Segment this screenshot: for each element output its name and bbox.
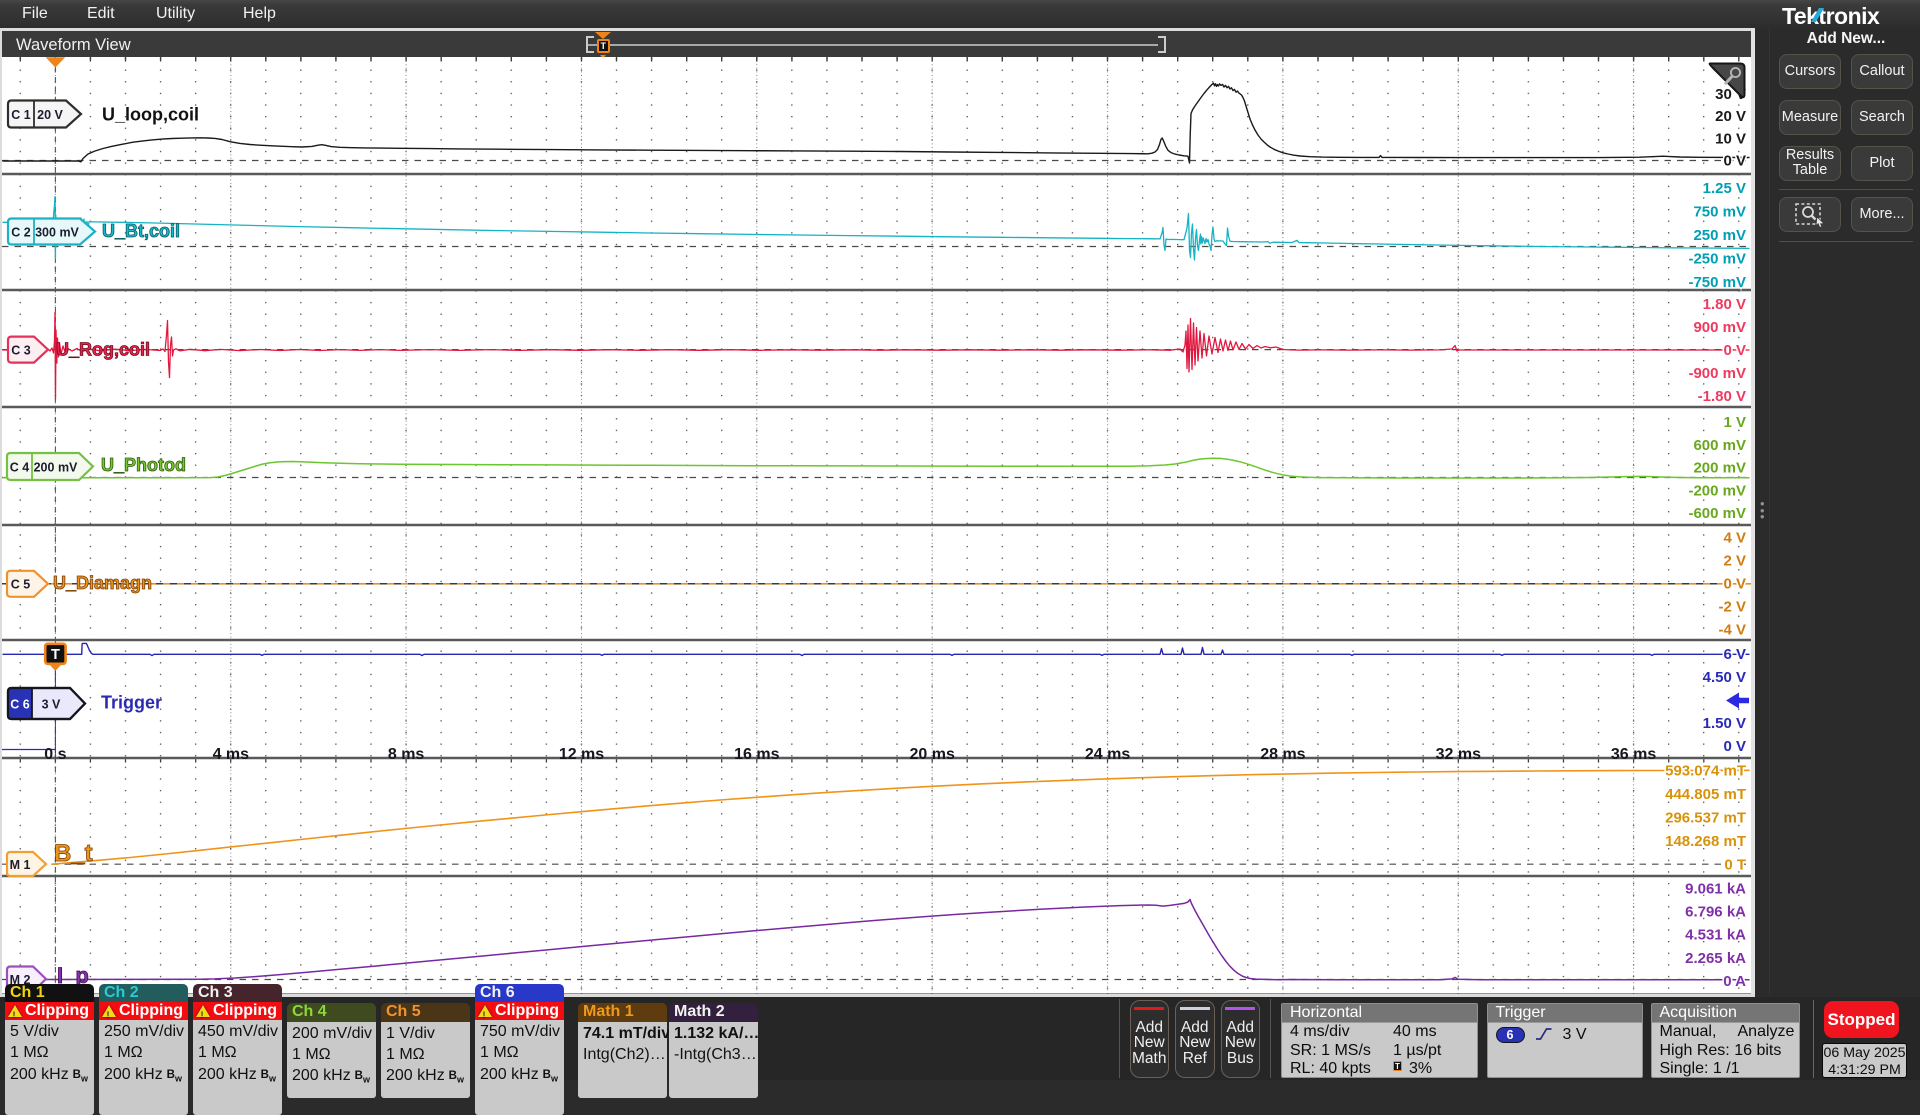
svg-text:U_Photod: U_Photod [101, 455, 186, 475]
svg-text:200 mV: 200 mV [1693, 460, 1746, 477]
svg-text:0 V: 0 V [1723, 153, 1746, 170]
svg-text:U_Rog,coil: U_Rog,coil [56, 340, 150, 360]
svg-text:1.25 V: 1.25 V [1703, 180, 1746, 197]
svg-text:-4 V: -4 V [1718, 621, 1746, 638]
svg-text:28 ms: 28 ms [1260, 746, 1305, 763]
svg-text:20 V: 20 V [1715, 108, 1746, 125]
svg-text:148.268 mT: 148.268 mT [1665, 833, 1746, 850]
svg-text:2.265 kA: 2.265 kA [1685, 950, 1746, 967]
svg-text:0 T: 0 T [1724, 856, 1746, 873]
svg-text:4.531 kA: 4.531 kA [1685, 927, 1746, 944]
svg-text:-200 mV: -200 mV [1688, 482, 1746, 499]
svg-text:6 V: 6 V [1723, 646, 1746, 663]
svg-text:444.805 mT: 444.805 mT [1665, 786, 1746, 803]
svg-text:2 V: 2 V [1723, 552, 1746, 569]
svg-text:20 ms: 20 ms [910, 746, 955, 763]
svg-text:-900 mV: -900 mV [1688, 365, 1746, 382]
svg-text:C 2: C 2 [11, 225, 31, 239]
svg-text:M 1: M 1 [10, 858, 31, 872]
svg-text:4 V: 4 V [1723, 529, 1746, 546]
svg-text:4.50 V: 4.50 V [1703, 669, 1746, 686]
svg-text:300 mV: 300 mV [35, 225, 79, 239]
svg-text:8 ms: 8 ms [388, 746, 425, 763]
svg-text:-1.80 V: -1.80 V [1698, 388, 1746, 405]
svg-text:-2 V: -2 V [1718, 598, 1746, 615]
svg-text:10 V: 10 V [1715, 130, 1746, 147]
svg-text:1.50 V: 1.50 V [1703, 715, 1746, 732]
svg-text:250 mV: 250 mV [1693, 227, 1746, 244]
svg-text:20 V: 20 V [37, 108, 63, 122]
svg-text:-750 mV: -750 mV [1688, 274, 1746, 291]
svg-text:C 5: C 5 [11, 578, 31, 592]
svg-text:0 V: 0 V [1723, 342, 1746, 359]
svg-text:C 3: C 3 [11, 343, 31, 357]
svg-text:C 4: C 4 [10, 460, 30, 474]
svg-text:Trigger: Trigger [101, 693, 162, 713]
svg-text:200 mV: 200 mV [34, 460, 78, 474]
svg-text:24 ms: 24 ms [1085, 746, 1130, 763]
svg-text:32 ms: 32 ms [1436, 746, 1481, 763]
svg-text:600 mV: 600 mV [1693, 437, 1746, 454]
svg-text:1 V: 1 V [1723, 414, 1746, 431]
svg-text:0 V: 0 V [1723, 738, 1746, 755]
svg-text:0 V: 0 V [1723, 575, 1746, 592]
svg-text:U_Bt,coil: U_Bt,coil [102, 221, 180, 241]
svg-text:C 6: C 6 [10, 697, 30, 711]
svg-text:296.537 mT: 296.537 mT [1665, 809, 1746, 826]
svg-text:0 s: 0 s [44, 746, 66, 763]
svg-text:12 ms: 12 ms [559, 746, 604, 763]
svg-text:-250 mV: -250 mV [1688, 250, 1746, 267]
svg-text:36 ms: 36 ms [1611, 746, 1656, 763]
svg-text:1.80 V: 1.80 V [1703, 296, 1746, 313]
svg-text:750 mV: 750 mV [1693, 204, 1746, 221]
svg-text:6.796 kA: 6.796 kA [1685, 904, 1746, 921]
svg-text:4 ms: 4 ms [213, 746, 250, 763]
svg-text:U_Diamagn: U_Diamagn [53, 573, 152, 593]
svg-text:900 mV: 900 mV [1693, 319, 1746, 336]
svg-text:T: T [51, 647, 60, 663]
svg-text:593.074 mT: 593.074 mT [1665, 762, 1746, 779]
svg-text:9.061 kA: 9.061 kA [1685, 881, 1746, 898]
svg-text:0 A: 0 A [1723, 973, 1746, 990]
svg-text:U_loop,coil: U_loop,coil [102, 105, 199, 125]
svg-text:-600 mV: -600 mV [1688, 505, 1746, 522]
svg-text:B_t: B_t [54, 840, 93, 867]
svg-text:16 ms: 16 ms [734, 746, 779, 763]
svg-text:3 V: 3 V [42, 697, 61, 711]
svg-text:C 1: C 1 [11, 108, 31, 122]
